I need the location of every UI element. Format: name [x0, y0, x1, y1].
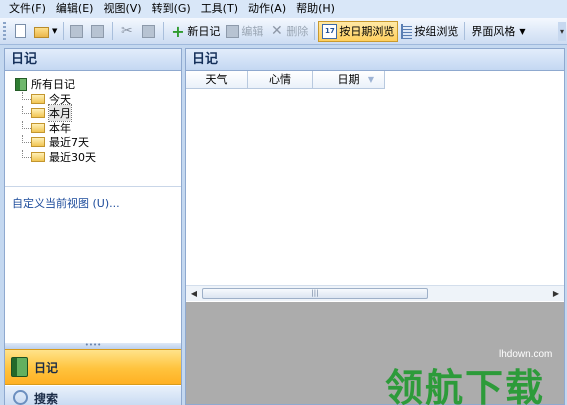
watermark: lhdown.com 领航下载	[385, 346, 567, 405]
toolbar-separator	[112, 22, 114, 40]
cut-button[interactable]: ✂	[116, 21, 139, 42]
new-document-button[interactable]	[10, 21, 31, 42]
diary-list-title: 日记	[186, 49, 564, 71]
tree-item-today[interactable]: 今天	[15, 91, 96, 107]
edit-label: 编辑	[241, 25, 264, 38]
column-header-weather[interactable]: 天气	[186, 71, 248, 89]
scroll-left-icon[interactable]: ◀	[186, 286, 202, 301]
browse-by-group-button[interactable]: 按组浏览	[398, 21, 461, 42]
toolbar: ▼ ✂ + 新日记 编辑 ✕ 删除 17 按日期浏览 按组浏览 界面风格 ▼ ▾	[0, 18, 567, 45]
browse-by-group-label: 按组浏览	[414, 25, 459, 38]
scrollbar-thumb[interactable]: |||	[202, 288, 428, 299]
document-icon	[15, 24, 26, 38]
browse-by-date-button[interactable]: 17 按日期浏览	[318, 20, 399, 42]
menu-help[interactable]: 帮助(H)	[291, 0, 340, 18]
group-list-icon	[401, 23, 413, 39]
chevron-down-icon: ▼	[519, 26, 526, 36]
ui-style-label: 界面风格	[471, 25, 516, 38]
diary-tree: 所有日记 今天 本月 本年 最近7天 最近30天	[15, 77, 96, 164]
preview-button[interactable]	[88, 21, 109, 42]
toolbar-separator	[163, 22, 165, 40]
toolbar-separator	[63, 22, 65, 40]
table-header: 天气 心情 日期 ▼	[186, 71, 385, 89]
folder-icon	[31, 151, 45, 162]
folder-icon	[31, 122, 45, 133]
ui-style-dropdown[interactable]: 界面风格 ▼	[468, 21, 528, 42]
toolbar-separator	[464, 22, 466, 40]
tree-item-last-30-days[interactable]: 最近30天	[15, 149, 96, 165]
navigation-pane: 日记 所有日记 今天 本月 本年 最近7天 最近30天 自定义当前视图 (U).…	[4, 48, 182, 405]
watermark-text: 领航下载	[385, 366, 546, 405]
toolbar-separator	[314, 22, 316, 40]
customize-view-link[interactable]: 自定义当前视图 (U)...	[12, 195, 120, 211]
delete-label: 删除	[286, 25, 309, 38]
menu-goto[interactable]: 转到(G)	[147, 0, 196, 18]
toolbar-overflow-icon[interactable]: ▾	[558, 22, 566, 41]
chevron-down-icon: ▼	[52, 27, 58, 35]
menu-view[interactable]: 视图(V)	[98, 0, 146, 18]
printer-icon	[70, 24, 84, 38]
tree-item-last-7-days[interactable]: 最近7天	[15, 135, 96, 150]
nav-button-search[interactable]: 搜索	[5, 386, 181, 405]
navigation-pane-title: 日记	[5, 49, 181, 71]
column-label: 天气	[205, 73, 228, 86]
delete-x-icon: ✕	[271, 22, 283, 39]
scissors-icon: ✂	[121, 22, 133, 39]
diary-book-icon	[15, 77, 27, 91]
edit-button[interactable]: 编辑	[223, 21, 266, 42]
column-label: 心情	[269, 73, 291, 86]
tree-item-all-diaries[interactable]: 所有日记	[15, 77, 96, 92]
menu-file[interactable]: 文件(F)	[4, 0, 51, 18]
tree-item-this-year[interactable]: 本年	[15, 120, 96, 136]
folder-icon	[31, 137, 45, 148]
plus-icon: +	[171, 21, 185, 41]
new-diary-label: 新日记	[187, 25, 221, 38]
divider	[5, 186, 181, 187]
nav-button-label: 日记	[34, 360, 59, 375]
new-diary-button[interactable]: + 新日记	[167, 21, 223, 42]
folder-icon	[31, 108, 45, 119]
column-header-date[interactable]: 日期 ▼	[313, 71, 385, 89]
print-button[interactable]	[67, 21, 88, 42]
menu-tools[interactable]: 工具(T)	[196, 0, 243, 18]
copy-icon	[142, 24, 156, 38]
calendar-icon: 17	[322, 23, 338, 39]
column-label: 日期	[337, 73, 360, 86]
sort-descending-icon: ▼	[367, 75, 374, 84]
search-icon	[13, 390, 28, 405]
folder-icon	[31, 93, 45, 104]
print-preview-icon	[91, 24, 105, 38]
menu-edit[interactable]: 编辑(E)	[51, 0, 99, 18]
copy-button[interactable]	[139, 21, 160, 42]
horizontal-scrollbar[interactable]: ◀ ||| ▶	[186, 285, 564, 301]
open-button[interactable]: ▼	[31, 21, 60, 42]
menu-actions[interactable]: 动作(A)	[243, 0, 291, 18]
delete-button[interactable]: ✕ 删除	[266, 21, 311, 42]
folder-open-icon	[34, 26, 49, 38]
tree-item-this-month[interactable]: 本月	[15, 104, 96, 123]
browse-by-date-label: 按日期浏览	[339, 25, 395, 38]
toolbar-grip[interactable]	[3, 22, 6, 40]
diary-book-icon	[11, 357, 28, 377]
tree-item-label: 最近30天	[49, 150, 96, 164]
scroll-right-icon[interactable]: ▶	[548, 286, 564, 301]
pencil-icon	[226, 24, 240, 38]
nav-button-label: 搜索	[34, 392, 59, 405]
menubar: 文件(F) 编辑(E) 视图(V) 转到(G) 工具(T) 动作(A) 帮助(H…	[0, 0, 567, 18]
column-header-mood[interactable]: 心情	[248, 71, 313, 89]
nav-button-diary[interactable]: 日记	[5, 349, 181, 385]
